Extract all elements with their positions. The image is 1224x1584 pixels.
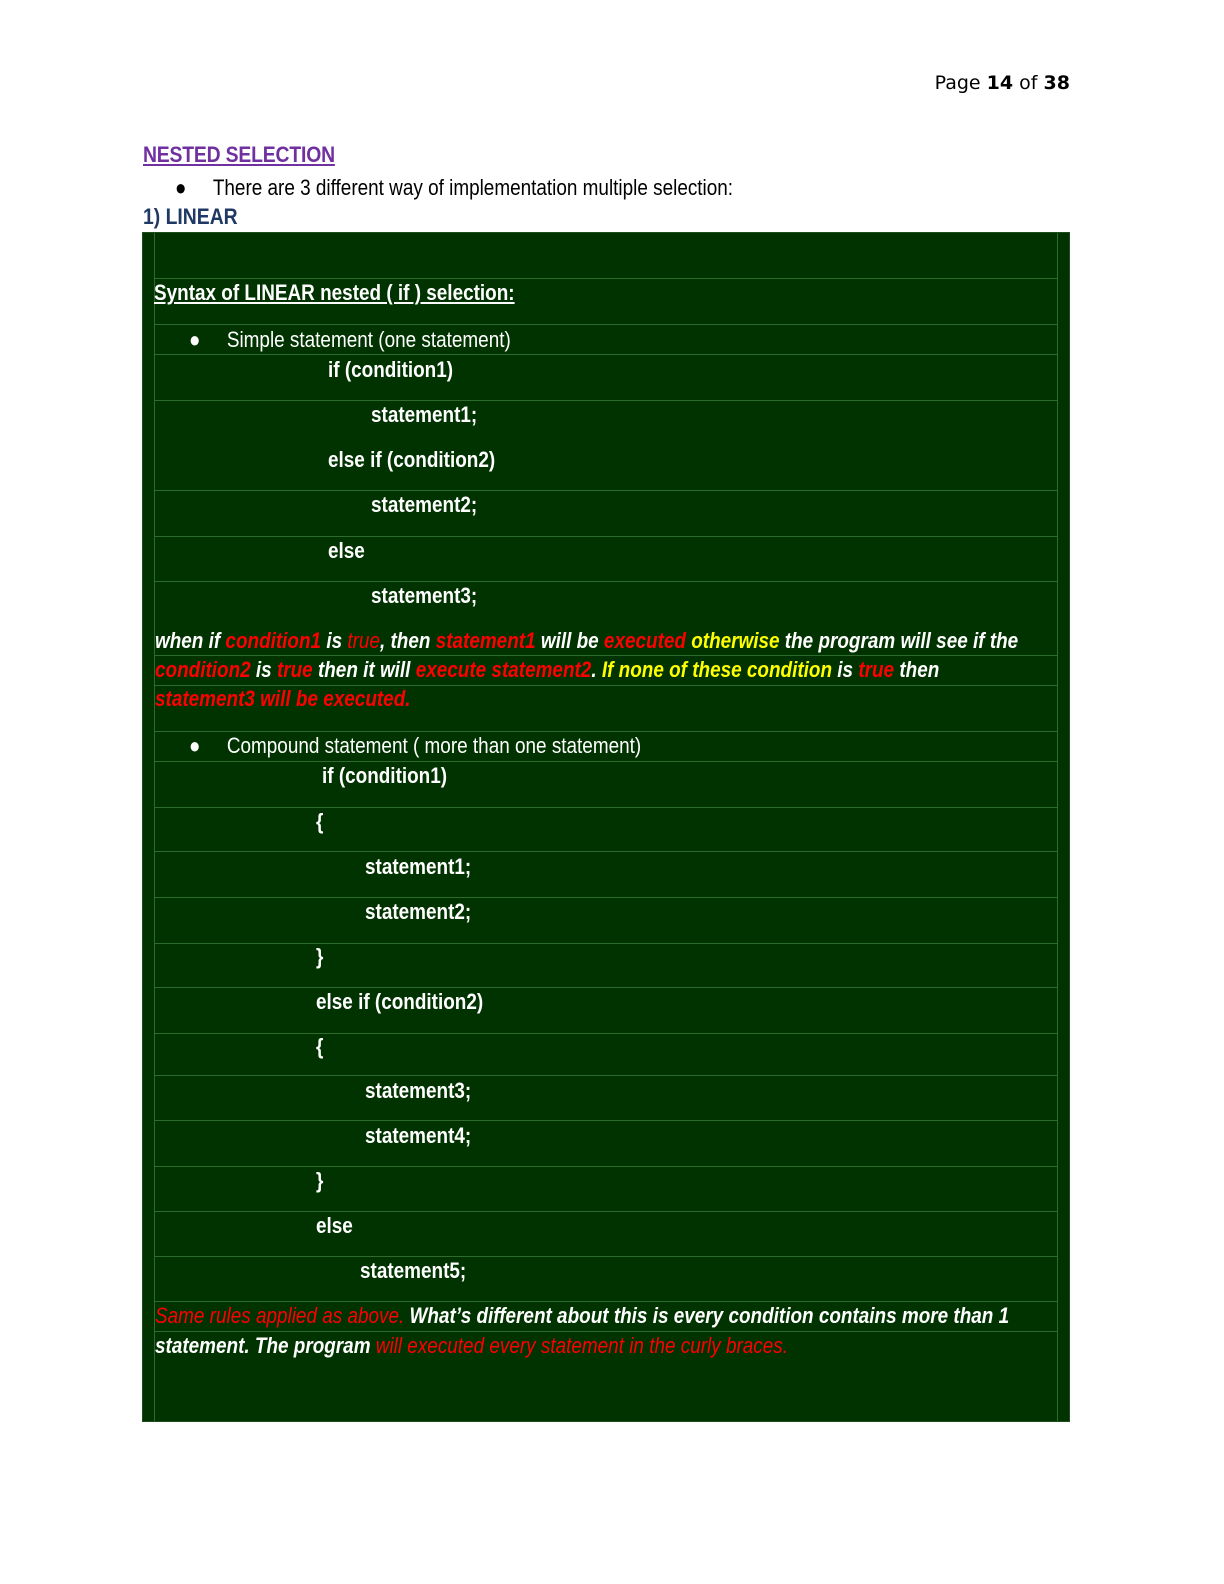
explanation-line: statement. The program will executed eve… — [155, 1333, 788, 1359]
code-line: else if (condition2) — [316, 989, 484, 1014]
bullet-icon: ● — [189, 327, 201, 352]
code-line: statement5; — [360, 1258, 467, 1283]
code-box-inner — [154, 233, 1058, 1421]
row-divider — [155, 400, 1057, 401]
text-run: will executed every statement in the cur… — [375, 1333, 789, 1358]
explanation-line: Same rules applied as above. What’s diff… — [155, 1303, 1009, 1329]
row-divider — [155, 1211, 1057, 1212]
row-divider — [155, 1033, 1057, 1034]
text-run: statement1 — [435, 628, 536, 653]
syntax-title: Syntax of LINEAR nested ( if ) selection… — [154, 280, 515, 305]
code-line: statement3; — [365, 1078, 472, 1103]
code-line: } — [316, 944, 324, 969]
code-line: if (condition1) — [322, 763, 448, 788]
page-of: of — [1019, 72, 1038, 94]
row-divider — [155, 731, 1057, 732]
text-run: then — [894, 657, 940, 682]
row-divider — [155, 851, 1057, 852]
text-run: executed — [603, 628, 686, 653]
row-divider — [155, 897, 1057, 898]
code-line: statement2; — [371, 492, 478, 517]
text-run: condition2 — [155, 657, 251, 682]
simple-bullet: ● Simple statement (one statement) — [189, 327, 511, 353]
text-run: when if — [155, 628, 226, 653]
row-divider — [155, 807, 1057, 808]
text-run: is — [321, 628, 348, 653]
explanation-line: statement3 will be executed. — [155, 686, 411, 712]
row-divider — [155, 1256, 1057, 1257]
text-run: is — [250, 657, 277, 682]
row-divider — [155, 987, 1057, 988]
section-heading: NESTED SELECTION — [143, 142, 335, 167]
text-run: the program will see if the — [779, 628, 1019, 653]
code-line: statement3; — [371, 583, 478, 608]
code-line: { — [316, 809, 324, 834]
page-label: Page — [934, 72, 981, 94]
code-line: statement2; — [365, 899, 472, 924]
row-divider — [155, 761, 1057, 762]
row-divider — [155, 490, 1057, 491]
row-divider — [155, 655, 1057, 656]
text-run: condition1 — [225, 628, 322, 653]
code-line: statement1; — [371, 402, 478, 427]
page-total: 38 — [1043, 72, 1070, 94]
text-run: If none of these condition — [601, 657, 833, 682]
page-number: Page 14 of 38 — [920, 72, 1070, 94]
text-run: execute statement2 — [415, 657, 592, 682]
subsection-heading: 1) LINEAR — [143, 204, 238, 229]
code-line: else — [316, 1213, 353, 1238]
text-run: true — [276, 657, 313, 682]
text-run: is — [832, 657, 859, 682]
text-run: true — [347, 628, 380, 653]
text-run: statement3 will be executed. — [155, 686, 411, 711]
code-line: else — [328, 538, 365, 563]
compound-bullet: ● Compound statement ( more than one stat… — [189, 733, 641, 759]
text-run: otherwise — [685, 628, 780, 653]
explanation-line: when if condition1 is true, then stateme… — [155, 628, 1018, 654]
text-run: . — [591, 657, 602, 682]
row-divider — [155, 1166, 1057, 1167]
row-divider — [155, 1301, 1057, 1302]
row-divider — [155, 943, 1057, 944]
text-run: will be — [535, 628, 604, 653]
code-box: Syntax of LINEAR nested ( if ) selection… — [142, 232, 1070, 1422]
explanation-line: condition2 is true then it will execute … — [155, 657, 939, 683]
page-current: 14 — [986, 72, 1014, 94]
intro-bullet: ● There are 3 different way of implementa… — [175, 175, 733, 201]
row-divider — [155, 1075, 1057, 1076]
bullet-icon: ● — [175, 175, 187, 200]
simple-bullet-text: Simple statement (one statement) — [226, 327, 511, 352]
text-run: What’s different about this is every con… — [404, 1303, 1010, 1328]
row-divider — [155, 354, 1057, 355]
code-line: statement1; — [365, 854, 472, 879]
code-line: statement4; — [365, 1123, 472, 1148]
text-run: then it will — [312, 657, 416, 682]
text-run: statement. The program — [155, 1333, 376, 1358]
row-divider — [155, 278, 1057, 279]
code-line: else if (condition2) — [328, 447, 496, 472]
row-divider — [155, 581, 1057, 582]
row-divider — [155, 1331, 1057, 1332]
code-line: } — [316, 1168, 324, 1193]
row-divider — [155, 324, 1057, 325]
row-divider — [155, 536, 1057, 537]
code-line: { — [316, 1034, 324, 1059]
text-run: Same rules applied as above. — [155, 1303, 405, 1328]
compound-bullet-text: Compound statement ( more than one state… — [226, 733, 642, 758]
intro-text: There are 3 different way of implementat… — [212, 175, 734, 200]
text-run: , then — [379, 628, 436, 653]
row-divider — [155, 1120, 1057, 1121]
code-line: if (condition1) — [328, 357, 454, 382]
text-run: true — [858, 657, 895, 682]
bullet-icon: ● — [189, 733, 201, 758]
